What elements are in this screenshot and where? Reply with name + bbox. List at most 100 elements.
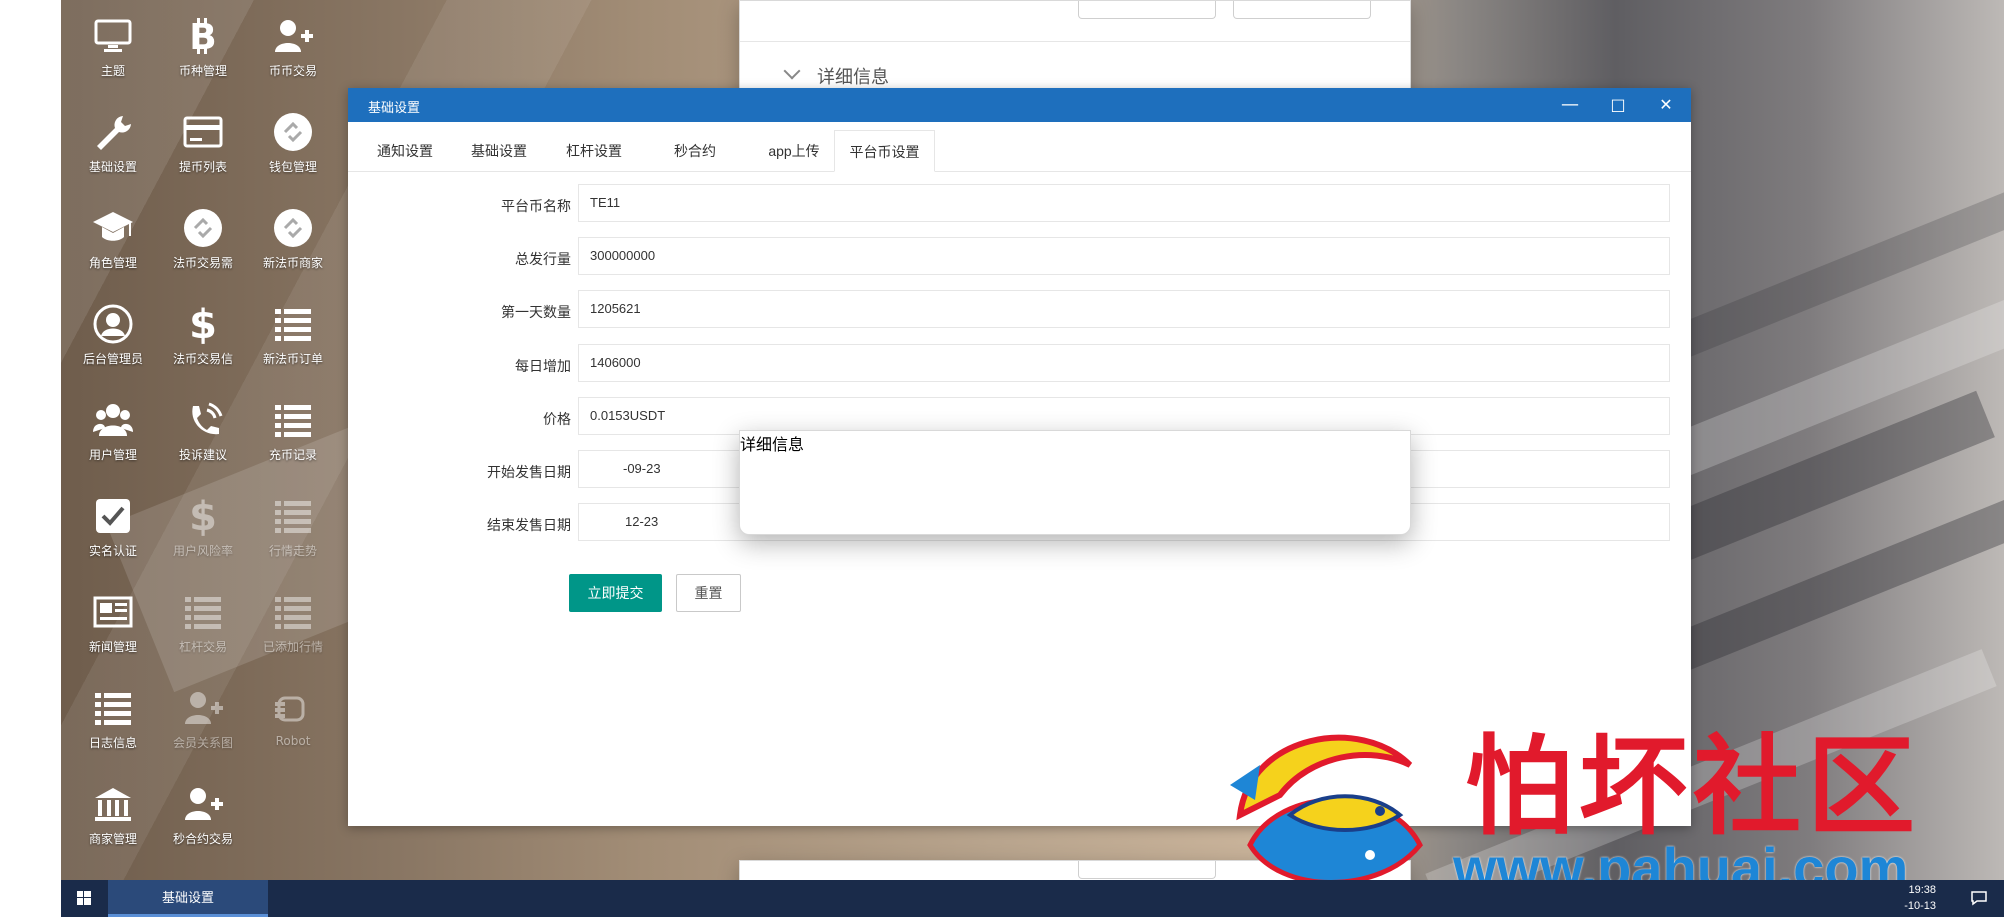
first-day-amount-input[interactable]: 1205621 — [578, 290, 1670, 328]
desktop-icon-26[interactable]: 秒合约交易 — [158, 768, 248, 858]
desktop-icon-6[interactable]: 钱包管理 — [248, 96, 338, 186]
dollar-icon: $ — [189, 304, 217, 344]
windows-start-icon[interactable] — [61, 880, 107, 917]
sale-start-date-label: 开始发售日期 — [487, 464, 571, 480]
window-title: 基础设置 — [368, 100, 421, 115]
desktop-icon-23[interactable]: 会员关系图 — [158, 672, 248, 762]
hand-icon — [275, 696, 305, 722]
daily-increase-label: 每日增加 — [515, 358, 571, 374]
list-icon — [275, 405, 311, 437]
phone-icon — [192, 402, 223, 435]
desktop-icon-11[interactable]: $ 法币交易信 — [158, 288, 248, 378]
bank-icon — [95, 788, 131, 821]
desktop-icon-8[interactable]: 法币交易需 — [158, 192, 248, 282]
first-day-amount-label: 第一天数量 — [501, 304, 571, 320]
desktop-icon-14[interactable]: 投诉建议 — [158, 384, 248, 474]
desktop-icon-label: 钱包管理 — [268, 160, 317, 174]
desktop-icon-13[interactable]: 用户管理 — [68, 384, 158, 474]
daily-increase-input[interactable]: 1406000 — [578, 344, 1670, 382]
tab-platform-coin-settings[interactable]: 平台币设置 — [834, 130, 935, 172]
list-icon — [275, 597, 311, 629]
clock-time: 19:38 — [1908, 884, 1936, 896]
desktop-icon-1[interactable]: 主题 — [68, 0, 158, 90]
dialog-button-stub — [1233, 1, 1371, 19]
taskbar-item-basic-settings[interactable]: 基础设置 — [108, 880, 268, 917]
maximize-button[interactable]: □ — [1595, 88, 1641, 122]
svg-text:$: $ — [189, 496, 217, 536]
desktop-icon-5[interactable]: 提币列表 — [158, 96, 248, 186]
tab-basic-settings[interactable]: 基础设置 — [456, 130, 542, 172]
desktop-icon-12[interactable]: 新法币订单 — [248, 288, 338, 378]
desktop-icon-15[interactable]: 充币记录 — [248, 384, 338, 474]
desktop-icon-2[interactable]: B 币种管理 — [158, 0, 248, 90]
minimize-button[interactable]: — — [1547, 88, 1593, 122]
desktop-icon-label: Robot — [275, 734, 311, 748]
svg-text:B: B — [189, 17, 216, 56]
desktop-icon-18[interactable]: 行情走势 — [248, 480, 338, 570]
graduation-cap-icon — [93, 212, 133, 241]
desktop-icon-24[interactable]: Robot — [248, 672, 338, 762]
add-user-icon — [185, 692, 223, 724]
desktop-icon-19[interactable]: 新闻管理 — [68, 576, 158, 666]
desktop-icon-4[interactable]: 基础设置 — [68, 96, 158, 186]
detail-info-label[interactable]: 详细信息 — [740, 431, 1410, 455]
desktop-icon-16[interactable]: 实名认证 — [68, 480, 158, 570]
desktop-icon-label: 充币记录 — [268, 448, 317, 462]
clock-date: -10-13 — [1904, 900, 1936, 912]
notification-icon[interactable] — [1970, 890, 1988, 906]
link-icon — [184, 209, 222, 247]
desktop-icon-10[interactable]: 后台管理员 — [68, 288, 158, 378]
submit-button[interactable]: 立即提交 — [569, 574, 662, 612]
form-row-daily-increase: 每日增加 1406000 — [348, 344, 1691, 384]
tab-bar: 通知设置 基础设置 杠杆设置 秒合约 app上传 平台币设置 — [348, 130, 1691, 172]
tab-notification-settings[interactable]: 通知设置 — [362, 130, 448, 172]
tab-second-contract[interactable]: 秒合约 — [652, 130, 738, 172]
dialog-button-stub — [1078, 861, 1216, 879]
dollar-icon: $ — [189, 496, 217, 536]
list-icon — [185, 597, 221, 629]
desktop-icon-7[interactable]: 角色管理 — [68, 192, 158, 282]
desktop-icon-22[interactable]: 日志信息 — [68, 672, 158, 762]
close-button[interactable]: ✕ — [1643, 88, 1689, 122]
desktop-icon-label: 行情走势 — [268, 544, 317, 558]
reset-button[interactable]: 重置 — [676, 574, 741, 612]
bitcoin-icon: B — [189, 17, 216, 56]
link-icon — [274, 209, 312, 247]
form-row-first-day-amount: 第一天数量 1205621 — [348, 290, 1691, 330]
list-icon — [275, 309, 311, 341]
desktop-icon-9[interactable]: 新法币商家 — [248, 192, 338, 282]
checkbox-icon — [96, 499, 130, 533]
coin-name-input[interactable]: TE11 — [578, 184, 1670, 222]
list-icon — [95, 693, 131, 725]
desktop-icon-label: 币币交易 — [268, 64, 317, 78]
desktop-icon-label: 已添加行情 — [262, 640, 323, 654]
window-titlebar[interactable]: 基础设置 — □ ✕ — [348, 88, 1691, 122]
overlapping-dialog: 详细信息 — [739, 430, 1411, 535]
tab-leverage-settings[interactable]: 杠杆设置 — [551, 130, 637, 172]
sale-end-date-label: 结束发售日期 — [487, 517, 571, 533]
desktop-icon-21[interactable]: 已添加行情 — [248, 576, 338, 666]
desktop-icon-25[interactable]: 商家管理 — [68, 768, 158, 858]
newspaper-icon — [93, 596, 133, 628]
add-user-icon — [185, 788, 223, 820]
desktop-icon-20[interactable]: 杠杆交易 — [158, 576, 248, 666]
monitor-icon — [94, 19, 132, 52]
detail-info-label[interactable]: 详细信息 — [817, 63, 889, 89]
total-supply-input[interactable]: 300000000 — [578, 237, 1670, 275]
user-circle-icon — [93, 304, 133, 344]
tab-app-upload[interactable]: app上传 — [745, 130, 843, 172]
taskbar: 基础设置 19:38 -10-13 — [61, 880, 2004, 917]
form-row-coin-name: 平台币名称 TE11 — [348, 184, 1691, 224]
desktop-icon-3[interactable]: 币币交易 — [248, 0, 338, 90]
fish-logo-icon — [1230, 734, 1423, 885]
link-icon — [274, 113, 312, 151]
taskbar-clock[interactable]: 19:38 -10-13 — [1904, 882, 1936, 914]
users-icon — [93, 404, 133, 436]
add-user-icon — [275, 20, 313, 52]
card-icon — [183, 116, 223, 148]
watermark-title: 怕坏社区 — [1465, 724, 1922, 850]
divider — [740, 41, 1410, 42]
desktop-icon-17[interactable]: $ 用户风险率 — [158, 480, 248, 570]
chevron-down-icon[interactable] — [783, 62, 801, 80]
dialog-button-stub — [1078, 1, 1216, 19]
